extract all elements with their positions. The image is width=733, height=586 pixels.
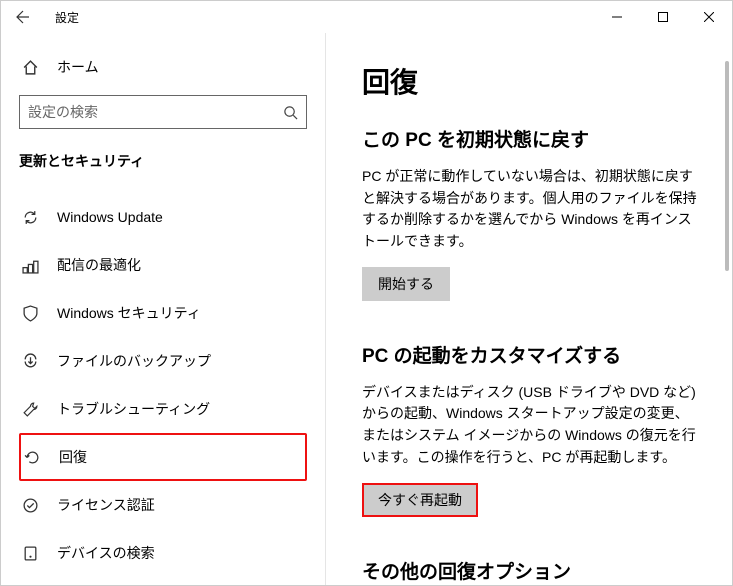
activation-icon: [21, 497, 39, 514]
home-label: ホーム: [57, 57, 99, 77]
sidebar-item-delivery-optimization[interactable]: 配信の最適化: [19, 241, 307, 289]
home-icon: [21, 59, 39, 76]
shield-icon: [21, 305, 39, 322]
sidebar-item-activation[interactable]: ライセンス認証: [19, 481, 307, 529]
sidebar-section-title: 更新とセキュリティ: [19, 151, 307, 171]
arrow-left-icon: [15, 9, 31, 25]
sidebar-item-troubleshoot[interactable]: トラブルシューティング: [19, 385, 307, 433]
close-icon: [704, 12, 714, 22]
scrollbar[interactable]: [725, 61, 729, 271]
minimize-button[interactable]: [594, 1, 640, 33]
sidebar-item-label: 配信の最適化: [57, 255, 141, 275]
reset-pc-title: この PC を初期状態に戻す: [362, 125, 710, 152]
wrench-icon: [21, 401, 39, 418]
search-placeholder: 設定の検索: [28, 102, 98, 122]
titlebar: 設定: [1, 1, 732, 33]
recovery-icon: [23, 449, 41, 466]
advanced-startup-section: PC の起動をカスタマイズする デバイスまたはディスク (USB ドライブや D…: [362, 341, 710, 517]
sidebar-item-label: デバイスの検索: [57, 543, 155, 563]
sidebar-item-recovery[interactable]: 回復: [19, 433, 307, 481]
close-button[interactable]: [686, 1, 732, 33]
minimize-icon: [612, 12, 622, 22]
reset-start-button[interactable]: 開始する: [362, 267, 450, 301]
search-input[interactable]: 設定の検索: [19, 95, 307, 129]
sidebar-item-label: ライセンス認証: [57, 495, 155, 515]
other-recovery-section: その他の回復オプション Windows のクリーン インストールで新たに開始する…: [362, 557, 710, 586]
sidebar: ホーム 設定の検索 更新とセキュリティ Windows Update 配信の最適…: [1, 33, 326, 585]
main-content: 回復 この PC を初期状態に戻す PC が正常に動作していない場合は、初期状態…: [326, 33, 732, 585]
search-icon: [283, 105, 298, 120]
maximize-button[interactable]: [640, 1, 686, 33]
sidebar-item-label: トラブルシューティング: [57, 399, 210, 419]
advanced-startup-body: デバイスまたはディスク (USB ドライブや DVD など) からの起動、Win…: [362, 382, 702, 469]
sidebar-item-label: Windows Update: [57, 209, 163, 225]
sidebar-item-label: 回復: [59, 447, 87, 467]
home-nav[interactable]: ホーム: [19, 49, 307, 85]
other-recovery-title: その他の回復オプション: [362, 557, 710, 584]
page-heading: 回復: [362, 61, 710, 101]
delivery-icon: [21, 257, 39, 274]
sidebar-item-windows-security[interactable]: Windows セキュリティ: [19, 289, 307, 337]
reset-pc-section: この PC を初期状態に戻す PC が正常に動作していない場合は、初期状態に戻す…: [362, 125, 710, 301]
window-title: 設定: [37, 9, 79, 26]
restart-now-button[interactable]: 今すぐ再起動: [362, 483, 478, 517]
sidebar-item-find-device[interactable]: デバイスの検索: [19, 529, 307, 577]
sidebar-item-label: Windows セキュリティ: [57, 303, 201, 323]
sidebar-item-label: ファイルのバックアップ: [57, 351, 211, 371]
find-device-icon: [21, 545, 39, 562]
advanced-startup-title: PC の起動をカスタマイズする: [362, 341, 710, 368]
window-controls: [594, 1, 732, 33]
back-button[interactable]: [9, 3, 37, 31]
sync-icon: [21, 209, 39, 226]
backup-icon: [21, 353, 39, 370]
reset-pc-body: PC が正常に動作していない場合は、初期状態に戻すと解決する場合があります。個人…: [362, 166, 702, 253]
maximize-icon: [658, 12, 668, 22]
sidebar-item-backup[interactable]: ファイルのバックアップ: [19, 337, 307, 385]
sidebar-item-windows-update[interactable]: Windows Update: [19, 193, 307, 241]
